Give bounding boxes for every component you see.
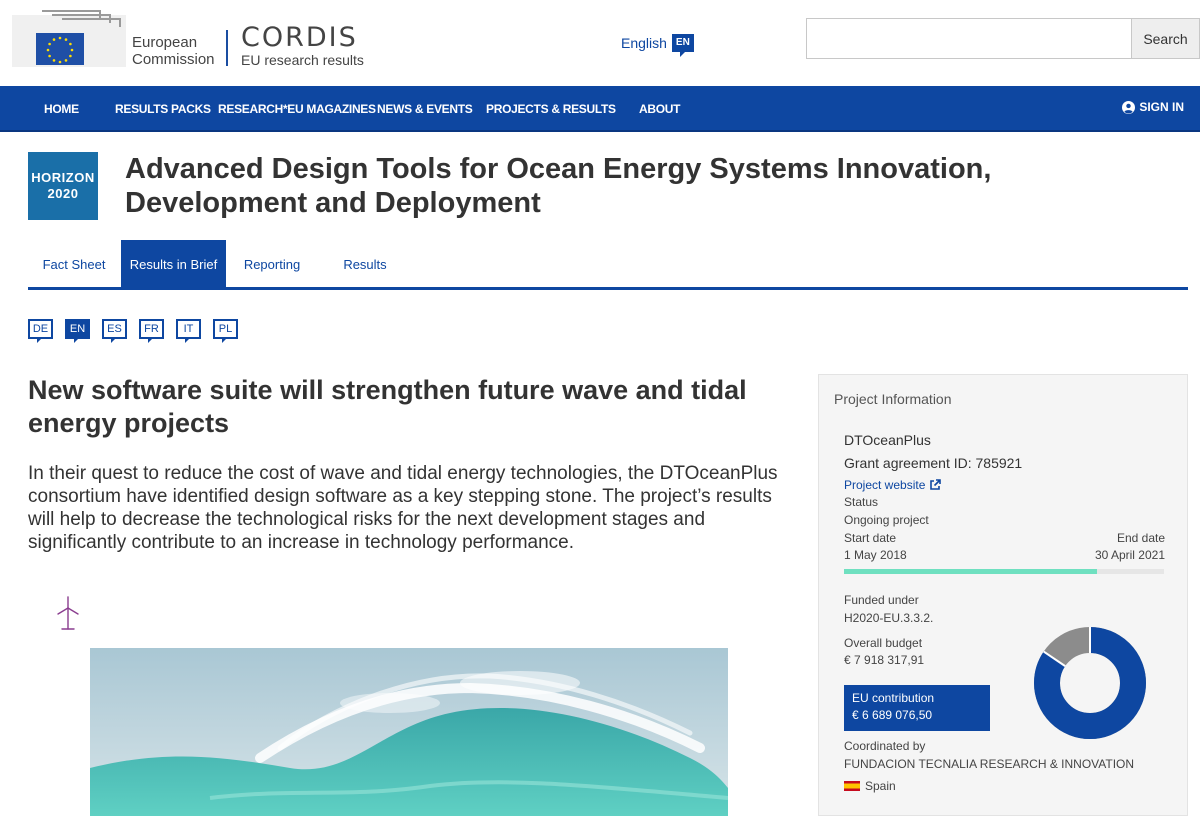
language-chip-de[interactable]: DE [28,319,53,343]
eu-contribution-value: € 6 689 076,50 [852,708,933,722]
user-icon [1122,100,1136,114]
horizon-2020-badge: HORIZON 2020 [28,152,98,220]
nav-news-events[interactable]: NEWS & EVENTS [377,102,473,116]
overall-budget-value: € 7 918 317,91 [844,653,925,667]
ec-line-2: Commission [132,51,215,68]
ocean-wave-image [90,648,728,816]
tab-fact-sheet[interactable]: Fact Sheet [28,240,120,287]
sign-in-label: SIGN IN [1139,100,1184,114]
ec-wordmark: European Commission [132,34,215,68]
horizon-badge-line-2: 2020 [47,186,79,201]
language-selector[interactable]: English EN [621,34,694,57]
project-website-label: Project website [844,478,926,492]
search-bar: Search [806,18,1200,59]
external-link-icon [930,479,942,490]
project-website-link[interactable]: Project website [844,478,942,492]
project-progress-bar [844,569,1164,574]
cordis-title[interactable]: CORDIS [241,22,358,53]
start-date-value: 1 May 2018 [844,548,907,562]
language-chip-pl[interactable]: PL [213,319,238,343]
project-tabs: Fact Sheet Results in Brief Reporting Re… [28,240,1188,290]
content-language-chips: DE EN ES FR IT PL [28,319,238,343]
site-header: European Commission CORDIS EU research r… [0,0,1200,86]
tab-results[interactable]: Results [326,240,404,287]
project-title: Advanced Design Tools for Ocean Energy S… [125,153,992,219]
sign-in-link[interactable]: SIGN IN [1122,100,1184,114]
language-chip-en[interactable]: EN [65,319,90,343]
project-progress-fill [844,569,1097,574]
status-value: Ongoing project [844,513,929,527]
coordinator-country: Spain [865,779,896,793]
nav-about[interactable]: ABOUT [639,102,680,116]
european-commission-logo[interactable] [12,9,126,67]
nav-research-eu-magazines[interactable]: RESEARCH*EU MAGAZINES [218,102,376,116]
eu-contribution-box: EU contribution € 6 689 076,50 [844,685,990,731]
nav-home[interactable]: HOME [44,102,79,116]
end-date-value: 30 April 2021 [1094,548,1165,562]
language-code-badge: EN [671,34,694,57]
project-information-panel: Project Information DTOceanPlus Grant ag… [818,374,1188,816]
language-chip-it[interactable]: IT [176,319,201,343]
project-info-heading: Project Information [834,391,952,407]
budget-donut-chart [1034,627,1146,739]
main-nav: HOME RESULTS PACKS RESEARCH*EU MAGAZINES… [0,86,1200,132]
status-label: Status [844,495,879,509]
start-date-label: Start date [844,531,897,545]
ec-line-1: European [132,34,198,51]
overall-budget-label: Overall budget [844,636,923,650]
search-button[interactable]: Search [1131,19,1199,58]
language-label: English [621,35,667,51]
nav-projects-results[interactable]: PROJECTS & RESULTS [486,102,616,116]
search-input[interactable] [807,19,1131,58]
article-title: New software suite will strengthen futur… [28,375,747,438]
grant-agreement-id: Grant agreement ID: 785921 [844,455,1023,471]
spain-flag-icon [844,781,860,791]
horizon-badge-line-1: HORIZON [31,170,95,185]
coordinator-name: FUNDACION TECNALIA RESEARCH & INNOVATION [844,757,1135,771]
end-date-label: End date [1116,531,1165,545]
coordinated-by-label: Coordinated by [844,739,926,753]
eu-contribution-label: EU contribution [852,691,935,705]
cordis-subtitle: EU research results [241,52,364,68]
language-chip-fr[interactable]: FR [139,319,164,343]
funded-under-label: Funded under [844,593,919,607]
nav-results-packs[interactable]: RESULTS PACKS [115,102,211,116]
tab-results-in-brief[interactable]: Results in Brief [121,240,226,287]
project-acronym: DTOceanPlus [844,432,931,448]
tab-reporting[interactable]: Reporting [227,240,317,287]
article-lead: In their quest to reduce the cost of wav… [28,463,778,553]
funded-under-value: H2020-EU.3.3.2. [844,611,934,625]
logo-divider [226,30,228,66]
language-chip-es[interactable]: ES [102,319,127,343]
wind-turbine-icon [57,596,79,630]
